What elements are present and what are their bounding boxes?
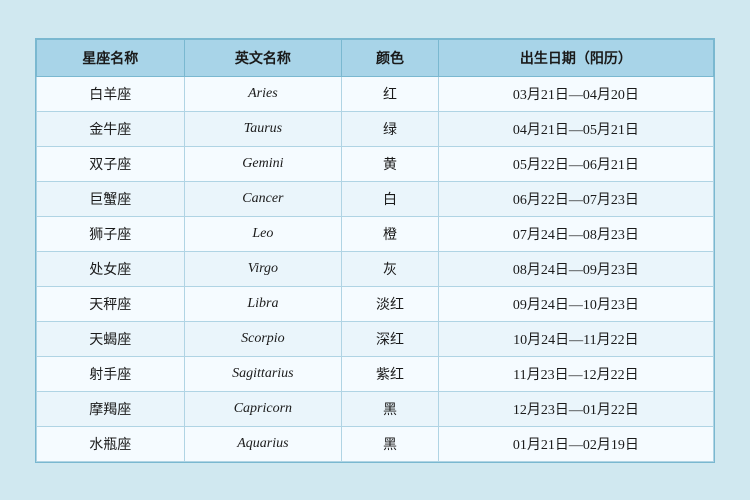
table-row: 处女座Virgo灰08月24日—09月23日: [37, 251, 714, 286]
table-row: 水瓶座Aquarius黑01月21日—02月19日: [37, 426, 714, 461]
table-row: 摩羯座Capricorn黑12月23日—01月22日: [37, 391, 714, 426]
header-color: 颜色: [342, 39, 439, 76]
header-english-name: 英文名称: [184, 39, 342, 76]
cell-english-name: Cancer: [184, 181, 342, 216]
table-row: 天蝎座Scorpio深红10月24日—11月22日: [37, 321, 714, 356]
cell-color: 黄: [342, 146, 439, 181]
cell-english-name: Gemini: [184, 146, 342, 181]
cell-dates: 01月21日—02月19日: [438, 426, 713, 461]
cell-color: 深红: [342, 321, 439, 356]
cell-dates: 07月24日—08月23日: [438, 216, 713, 251]
table-body: 白羊座Aries红03月21日—04月20日金牛座Taurus绿04月21日—0…: [37, 76, 714, 461]
table-row: 狮子座Leo橙07月24日—08月23日: [37, 216, 714, 251]
table-row: 金牛座Taurus绿04月21日—05月21日: [37, 111, 714, 146]
cell-chinese-name: 金牛座: [37, 111, 185, 146]
cell-color: 灰: [342, 251, 439, 286]
cell-chinese-name: 射手座: [37, 356, 185, 391]
cell-dates: 05月22日—06月21日: [438, 146, 713, 181]
cell-dates: 11月23日—12月22日: [438, 356, 713, 391]
cell-dates: 09月24日—10月23日: [438, 286, 713, 321]
cell-chinese-name: 摩羯座: [37, 391, 185, 426]
cell-english-name: Taurus: [184, 111, 342, 146]
cell-color: 淡红: [342, 286, 439, 321]
table-row: 白羊座Aries红03月21日—04月20日: [37, 76, 714, 111]
cell-chinese-name: 水瓶座: [37, 426, 185, 461]
cell-chinese-name: 巨蟹座: [37, 181, 185, 216]
cell-dates: 10月24日—11月22日: [438, 321, 713, 356]
cell-chinese-name: 天蝎座: [37, 321, 185, 356]
cell-chinese-name: 狮子座: [37, 216, 185, 251]
cell-chinese-name: 处女座: [37, 251, 185, 286]
cell-color: 红: [342, 76, 439, 111]
table-header-row: 星座名称 英文名称 颜色 出生日期（阳历）: [37, 39, 714, 76]
cell-chinese-name: 白羊座: [37, 76, 185, 111]
table-row: 双子座Gemini黄05月22日—06月21日: [37, 146, 714, 181]
cell-dates: 04月21日—05月21日: [438, 111, 713, 146]
table-row: 巨蟹座Cancer白06月22日—07月23日: [37, 181, 714, 216]
cell-english-name: Aquarius: [184, 426, 342, 461]
header-chinese-name: 星座名称: [37, 39, 185, 76]
cell-chinese-name: 天秤座: [37, 286, 185, 321]
cell-color: 白: [342, 181, 439, 216]
cell-color: 黑: [342, 391, 439, 426]
cell-color: 橙: [342, 216, 439, 251]
cell-color: 绿: [342, 111, 439, 146]
cell-chinese-name: 双子座: [37, 146, 185, 181]
cell-english-name: Capricorn: [184, 391, 342, 426]
table-row: 射手座Sagittarius紫红11月23日—12月22日: [37, 356, 714, 391]
cell-dates: 06月22日—07月23日: [438, 181, 713, 216]
zodiac-table: 星座名称 英文名称 颜色 出生日期（阳历） 白羊座Aries红03月21日—04…: [36, 39, 714, 462]
cell-english-name: Leo: [184, 216, 342, 251]
cell-dates: 08月24日—09月23日: [438, 251, 713, 286]
zodiac-table-container: 星座名称 英文名称 颜色 出生日期（阳历） 白羊座Aries红03月21日—04…: [35, 38, 715, 463]
cell-dates: 03月21日—04月20日: [438, 76, 713, 111]
cell-dates: 12月23日—01月22日: [438, 391, 713, 426]
cell-english-name: Virgo: [184, 251, 342, 286]
table-row: 天秤座Libra淡红09月24日—10月23日: [37, 286, 714, 321]
cell-english-name: Libra: [184, 286, 342, 321]
cell-color: 黑: [342, 426, 439, 461]
cell-english-name: Aries: [184, 76, 342, 111]
header-birthdate: 出生日期（阳历）: [438, 39, 713, 76]
cell-english-name: Sagittarius: [184, 356, 342, 391]
cell-english-name: Scorpio: [184, 321, 342, 356]
cell-color: 紫红: [342, 356, 439, 391]
